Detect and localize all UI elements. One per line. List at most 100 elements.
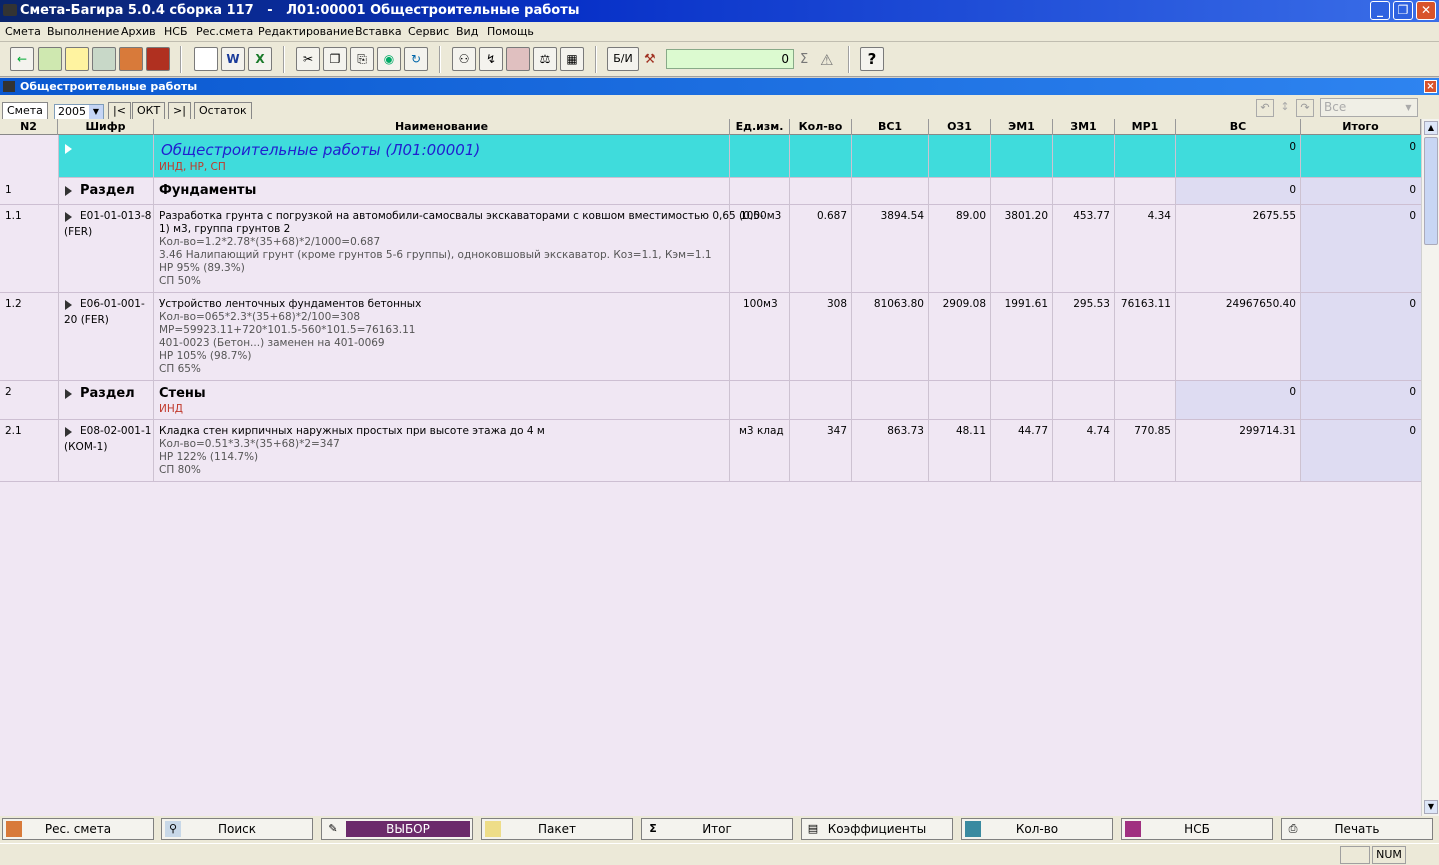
- period-tabs: Смета 2005 ▼ |< ОКТ >| Остаток ↶ ↕ ↷ Все…: [0, 95, 1439, 120]
- nav-last-button[interactable]: >|: [168, 102, 191, 119]
- warning-icon[interactable]: ⚠: [820, 51, 833, 69]
- menu-help[interactable]: Помощь: [487, 25, 534, 38]
- search-button[interactable]: ⚲ Поиск: [161, 818, 313, 840]
- col-header-mr1[interactable]: МР1: [1115, 119, 1176, 135]
- table-row-section[interactable]: 2 Раздел Стены ИНД 0 0: [0, 381, 1421, 420]
- select-button[interactable]: ✎ ВЫБОР: [321, 818, 473, 840]
- col-header-code[interactable]: Шифр: [58, 119, 154, 135]
- menu-edit[interactable]: Редактирование: [258, 25, 354, 38]
- scroll-arrows-icon[interactable]: ↕: [1278, 99, 1292, 117]
- copy-icon[interactable]: ❐: [323, 47, 347, 71]
- wrench-icon[interactable]: ↯: [479, 47, 503, 71]
- excel-icon[interactable]: X: [248, 47, 272, 71]
- calculator-icon[interactable]: ▦: [560, 47, 584, 71]
- help-icon[interactable]: ?: [860, 47, 884, 71]
- nsb-button[interactable]: НСБ: [1121, 818, 1273, 840]
- grid-line: [1300, 135, 1301, 481]
- back-arrow-icon[interactable]: ←: [10, 47, 34, 71]
- replace-line: 401-0023 (Бетон...) заменен на 401-0069: [159, 337, 385, 349]
- col-header-zm1[interactable]: ЗМ1: [1053, 119, 1115, 135]
- year-select[interactable]: 2005 ▼: [54, 104, 104, 120]
- hammer-icon[interactable]: ⚒: [644, 52, 656, 67]
- menu-res-smeta[interactable]: Рес.смета: [196, 25, 253, 38]
- col-header-vs[interactable]: ВС: [1176, 119, 1301, 135]
- sigma-icon[interactable]: Σ: [800, 52, 808, 67]
- undo-icon[interactable]: ↶: [1256, 99, 1274, 117]
- scroll-up-icon[interactable]: ▲: [1424, 121, 1438, 135]
- edit-document-icon[interactable]: [92, 47, 116, 71]
- quantity-label: Кол-во: [1015, 822, 1059, 836]
- scroll-thumb[interactable]: [1424, 137, 1438, 245]
- books-icon[interactable]: [506, 47, 530, 71]
- col-header-oz1[interactable]: ОЗ1: [929, 119, 991, 135]
- minimize-button[interactable]: _: [1370, 1, 1390, 20]
- package-icon: [485, 821, 501, 837]
- expand-triangle-icon[interactable]: [65, 212, 72, 222]
- col-header-vs1[interactable]: ВС1: [852, 119, 929, 135]
- menu-view[interactable]: Вид: [456, 25, 478, 38]
- sum-field[interactable]: 0: [666, 49, 794, 69]
- menu-execution[interactable]: Выполнение: [47, 25, 119, 38]
- tab-month[interactable]: ОКТ: [132, 102, 166, 119]
- menu-nsb[interactable]: НСБ: [164, 25, 188, 38]
- estimate-grid: N2 Шифр Наименование Ед.изм. Кол-во ВС 1 …: [0, 119, 1421, 816]
- scales-icon[interactable]: ⚖: [533, 47, 557, 71]
- bricks-icon[interactable]: [119, 47, 143, 71]
- print-button[interactable]: ⎙ Печать: [1281, 818, 1433, 840]
- expand-triangle-icon[interactable]: [65, 186, 72, 196]
- vs-cell: 0: [1289, 386, 1296, 398]
- vertical-scrollbar[interactable]: ▲ ▼: [1421, 119, 1439, 816]
- menu-service[interactable]: Сервис: [408, 25, 449, 38]
- bi-button[interactable]: Б/И: [607, 47, 639, 71]
- redo-icon[interactable]: ↷: [1296, 99, 1314, 117]
- table-row[interactable]: 1.2 Е06-01-001- 20 (FER) Устройство лент…: [0, 293, 1421, 381]
- expand-triangle-icon[interactable]: [65, 144, 72, 154]
- qty-cell: 308: [826, 298, 847, 310]
- total-button[interactable]: Σ Итог: [641, 818, 793, 840]
- table-row[interactable]: 2.1 Е08-02-001-1 (КОМ-1) Кладка стен кир…: [0, 420, 1421, 482]
- tab-smeta[interactable]: Смета: [2, 102, 48, 119]
- coefficients-button[interactable]: ▤ Коэффициенты: [801, 818, 953, 840]
- table-row[interactable]: 1.1 Е01-01-013-8 (FER) Разработка грунта…: [0, 205, 1421, 293]
- col-header-unit[interactable]: Ед.изм.: [730, 119, 790, 135]
- filter-select[interactable]: Все ▼: [1320, 98, 1418, 117]
- menu-insert[interactable]: Вставка: [355, 25, 402, 38]
- new-document-icon[interactable]: [194, 47, 218, 71]
- name-line: Кладка стен кирпичных наружных простых п…: [159, 425, 545, 437]
- col-header-em1[interactable]: ЭМ1: [991, 119, 1053, 135]
- maximize-button[interactable]: ❐: [1393, 1, 1413, 20]
- sound-icon[interactable]: ◉: [377, 47, 401, 71]
- qty-cell: 0.687: [816, 210, 847, 222]
- res-smeta-button[interactable]: Рес. смета: [2, 818, 154, 840]
- batch-button[interactable]: Пакет: [481, 818, 633, 840]
- child-close-button[interactable]: ×: [1424, 80, 1437, 93]
- menu-smeta[interactable]: Смета: [5, 25, 41, 38]
- col-header-n2[interactable]: N2: [0, 119, 58, 135]
- tab-remainder[interactable]: Остаток: [194, 102, 252, 119]
- nav-first-button[interactable]: |<: [108, 102, 131, 119]
- close-button[interactable]: ✕: [1416, 1, 1436, 20]
- expand-triangle-icon[interactable]: [65, 389, 72, 399]
- book-icon[interactable]: [146, 47, 170, 71]
- word-icon[interactable]: W: [221, 47, 245, 71]
- map-icon[interactable]: [38, 47, 62, 71]
- col-header-qty[interactable]: Кол-во: [790, 119, 852, 135]
- binoculars-icon[interactable]: ⚇: [452, 47, 476, 71]
- refresh-icon[interactable]: ↻: [404, 47, 428, 71]
- note-icon[interactable]: [65, 47, 89, 71]
- child-window-title: Общестроительные работы: [20, 80, 198, 93]
- scroll-down-icon[interactable]: ▼: [1424, 800, 1438, 814]
- print-label: Печать: [1334, 822, 1380, 836]
- table-row-estimate[interactable]: Общестроительные работы (Л01:00001) ИНД,…: [0, 135, 1421, 178]
- table-row-section[interactable]: 1 Раздел Фундаменты 0 0: [0, 178, 1421, 205]
- expand-triangle-icon[interactable]: [65, 300, 72, 310]
- profit-line: СП 80%: [159, 464, 201, 476]
- col-header-total[interactable]: Итого: [1301, 119, 1421, 135]
- oz1-cell: 89.00: [955, 210, 986, 222]
- paste-icon[interactable]: ⎘: [350, 47, 374, 71]
- col-header-name[interactable]: Наименование: [154, 119, 730, 135]
- cut-icon[interactable]: ✂: [296, 47, 320, 71]
- menu-archive[interactable]: Архив: [121, 25, 156, 38]
- expand-triangle-icon[interactable]: [65, 427, 72, 437]
- quantity-button[interactable]: Кол-во: [961, 818, 1113, 840]
